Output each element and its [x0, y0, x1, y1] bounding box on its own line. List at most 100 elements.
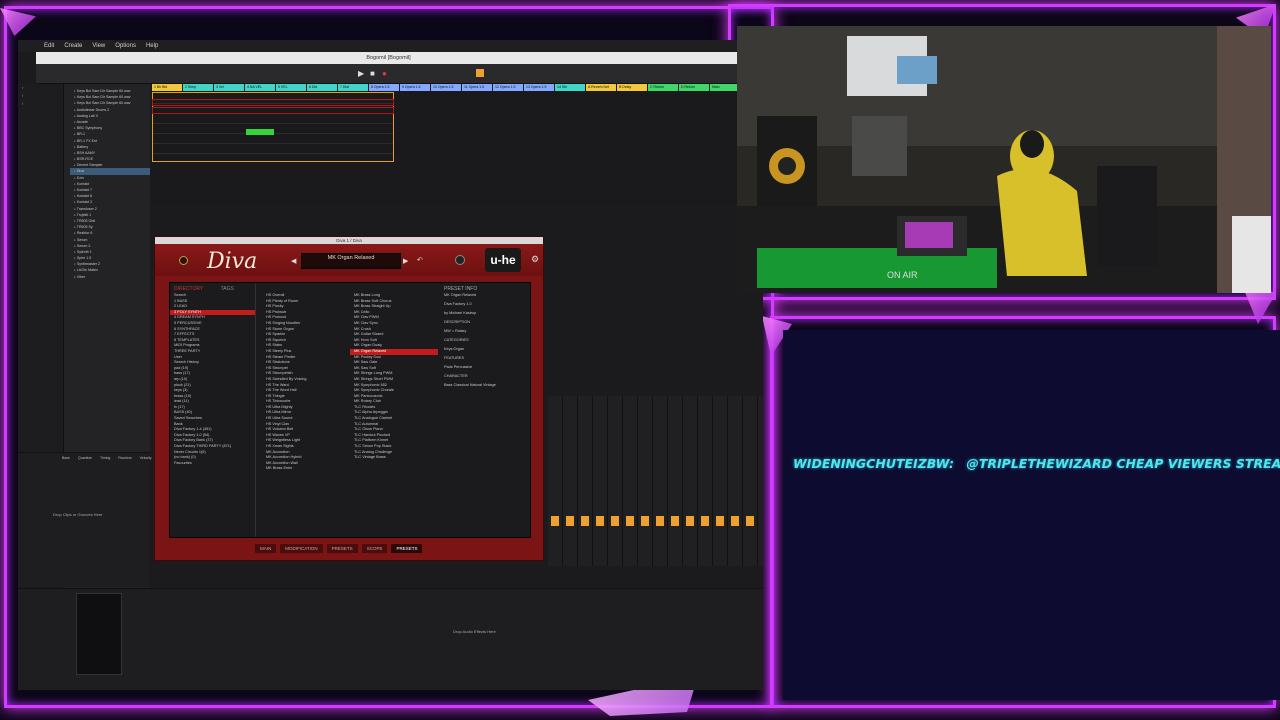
play-icon[interactable]: ▶	[358, 69, 364, 78]
places-item[interactable]: ▪	[18, 100, 63, 108]
diva-tab[interactable]: SCOPE	[361, 544, 388, 553]
chat-text: @TRIPLETHEWIZARD CHEAP VIEWERS STREAMBOO…	[966, 456, 1280, 471]
detail-header: Random	[118, 456, 132, 460]
mixer-strip	[563, 396, 578, 566]
preset-display[interactable]: MK Organ Relaxed	[301, 253, 401, 269]
volume-fader[interactable]	[551, 516, 559, 526]
tab-tags[interactable]: TAGS	[221, 286, 234, 292]
track-header[interactable]: D Return	[679, 84, 709, 91]
track-header[interactable]: 11 Opera 1.5	[462, 84, 492, 91]
track-header[interactable]: 5 VEL	[276, 84, 306, 91]
diva-tab[interactable]: PRESETS	[326, 544, 358, 553]
track-header[interactable]: B Delay	[617, 84, 647, 91]
menu-options[interactable]: Options	[115, 43, 136, 49]
power-icon[interactable]	[179, 256, 188, 265]
track-header[interactable]: 10 Opera 1.5	[431, 84, 461, 91]
preset-info-label: PRESET INFO	[444, 286, 478, 292]
preset-browser: DIRECTORY TAGS Search 1 BASS 2 LEAD 3 POLY …	[169, 282, 531, 538]
volume-fader[interactable]	[581, 516, 589, 526]
volume-fader[interactable]	[731, 516, 739, 526]
clip-slot-area[interactable]	[152, 92, 394, 162]
detail-headers: Base Quantize Timing Random Velocity	[18, 453, 152, 463]
menu-help[interactable]: Help	[146, 43, 158, 49]
track-header[interactable]: 8 Opera 1.5	[369, 84, 399, 91]
volume-fader[interactable]	[656, 516, 664, 526]
track-header[interactable]: 9 Opera 1.5	[400, 84, 430, 91]
midi-clip[interactable]	[246, 129, 274, 135]
track-header[interactable]: C Return	[648, 84, 678, 91]
volume-fader[interactable]	[746, 516, 754, 526]
track-header[interactable]: 6 Dkt	[307, 84, 337, 91]
mixer-strip	[653, 396, 668, 566]
volume-fader[interactable]	[641, 516, 649, 526]
detail-header: Timing	[100, 456, 111, 460]
on-air-sign: ON AIR	[887, 270, 918, 280]
clip-detail-panel: Base Quantize Timing Random Velocity	[18, 452, 152, 587]
webcam-image: ON AIR	[737, 26, 1271, 293]
track-header[interactable]: 7 Dist	[338, 84, 368, 91]
directory-list: Search 1 BASS 2 LEAD 3 POLY SYNTH 4 DREAM SY…	[170, 293, 255, 466]
volume-fader[interactable]	[686, 516, 694, 526]
clip-preview[interactable]	[76, 593, 122, 675]
track-header[interactable]: 3 Vel	[214, 84, 244, 91]
preset-item[interactable]: TLC Vintage Brass	[350, 455, 438, 461]
preset-info-field: CHARACTER	[444, 374, 468, 378]
diva-tab[interactable]: MAIN	[255, 544, 277, 553]
volume-fader[interactable]	[596, 516, 604, 526]
record-icon[interactable]: ●	[382, 69, 387, 78]
stop-icon[interactable]: ■	[370, 69, 375, 78]
tab-directory[interactable]: DIRECTORY	[174, 286, 203, 292]
preset-name: MK Organ Relaxed	[327, 255, 375, 261]
menu-view[interactable]: View	[92, 43, 105, 49]
diva-tab[interactable]: PRESETS	[391, 544, 423, 553]
preset-info-field: Keys:Organ	[444, 347, 465, 351]
detail-header: Velocity	[139, 456, 152, 460]
volume-fader[interactable]	[701, 516, 709, 526]
chat-username: WIDENINGCHUTEIZBW:	[793, 456, 954, 471]
webcam-feed: ON AIR	[737, 26, 1271, 293]
uhe-logo: u-he	[485, 248, 521, 272]
next-preset-icon[interactable]: ▶	[403, 257, 408, 265]
stream-overlay: Edit Create View Options Help Bogomil [B…	[0, 0, 1280, 720]
places-item[interactable]: ▪	[18, 84, 63, 92]
loop-icon[interactable]	[476, 69, 484, 77]
preset-column-b: MK Brass Long MK Brass Soft Chorus MK Bras…	[350, 283, 438, 537]
places-item[interactable]: ▪	[18, 92, 63, 100]
volume-fader[interactable]	[671, 516, 679, 526]
mixer-strip	[593, 396, 608, 566]
preset-info-field: FEATURES	[444, 356, 464, 360]
track-header[interactable]: Main	[710, 84, 740, 91]
track-header[interactable]: 14 Stri	[555, 84, 585, 91]
gear-icon[interactable]: ⚙	[531, 254, 539, 265]
menu-edit[interactable]: Edit	[44, 43, 54, 49]
mixer-section	[548, 396, 763, 566]
track-header[interactable]: 12 Opera 1.5	[493, 84, 523, 91]
track-header[interactable]: 2 Simp	[183, 84, 213, 91]
volume-fader[interactable]	[611, 516, 619, 526]
diva-tab[interactable]: MODIFICATION	[280, 544, 323, 553]
undo-icon[interactable]: ↶	[417, 256, 423, 264]
scene-row[interactable]	[152, 107, 394, 114]
mixer-strip	[713, 396, 728, 566]
detail-header: Quantize	[77, 456, 92, 460]
scene-row[interactable]	[152, 99, 394, 106]
track-header[interactable]: 4 NA VEL	[245, 84, 275, 91]
mixer-strip	[698, 396, 713, 566]
volume-fader[interactable]	[626, 516, 634, 526]
prev-preset-icon[interactable]: ◀	[291, 257, 296, 265]
track-header[interactable]: 1 Bh Bld	[152, 84, 182, 91]
menu-create[interactable]: Create	[64, 43, 82, 49]
preset-info-field: MW = Rotary	[444, 329, 467, 333]
chat-panel: WIDENINGCHUTEIZBW: @TRIPLETHEWIZARD CHEA…	[783, 330, 1280, 700]
directory-item[interactable]: Favourites	[170, 461, 255, 467]
track-header[interactable]: 13 Opera 1.5	[524, 84, 554, 91]
mixer-strip	[683, 396, 698, 566]
track-header[interactable]: A Reverb-Net	[586, 84, 616, 91]
volume-fader[interactable]	[716, 516, 724, 526]
browser-item[interactable]: Viber	[70, 274, 150, 280]
diva-logo: Diva	[207, 249, 258, 274]
preset-item[interactable]: MK Brass Eerie	[262, 466, 348, 472]
volume-fader[interactable]	[566, 516, 574, 526]
output-knob-icon[interactable]	[455, 255, 465, 265]
detail-header: Base	[62, 456, 70, 460]
